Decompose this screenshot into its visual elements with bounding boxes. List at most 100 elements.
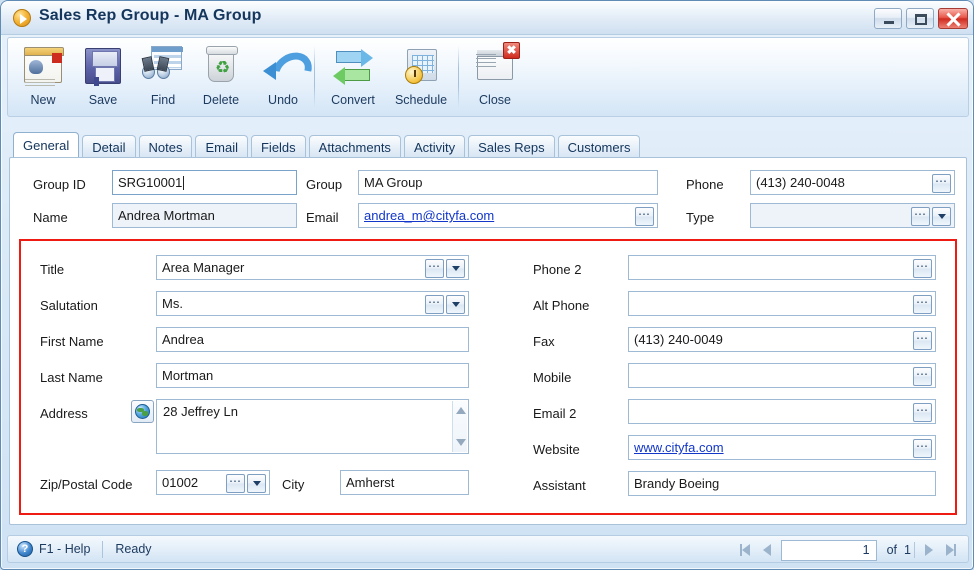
assistant-input[interactable]: Brandy Boeing <box>628 471 936 496</box>
maximize-button[interactable] <box>906 8 934 29</box>
map-address-button[interactable] <box>131 400 154 423</box>
toolbar-label-close: Close <box>479 93 511 107</box>
address-textarea[interactable]: 28 Jeffrey Ln <box>156 399 469 454</box>
toolbar-button-close[interactable]: ✖ Close <box>464 42 526 114</box>
toolbar-button-new[interactable]: New <box>12 42 74 114</box>
tab-fields[interactable]: Fields <box>250 135 306 158</box>
website-link[interactable]: www.cityfa.com <box>634 440 724 455</box>
label-salutation: Salutation <box>40 298 98 313</box>
scroll-up-icon[interactable] <box>456 407 466 414</box>
record-number-value: 1 <box>862 543 870 557</box>
phone2-input[interactable]: ⋯ <box>628 255 936 280</box>
toolbar-button-save[interactable]: Save <box>72 42 134 114</box>
group-id-input[interactable]: SRG10001 <box>112 170 297 195</box>
record-number-input[interactable]: 1 <box>780 539 877 561</box>
question-mark-icon[interactable]: ? <box>17 541 33 557</box>
title-input[interactable]: Area Manager ⋯ <box>156 255 469 280</box>
label-email: Email <box>306 210 339 225</box>
salutation-dropdown-button[interactable] <box>446 295 465 314</box>
title-dropdown-button[interactable] <box>446 259 465 278</box>
general-tab-panel: Group ID SRG10001 Group MA Group Phone (… <box>9 157 967 525</box>
email-ellipsis-button[interactable]: ⋯ <box>635 207 654 226</box>
tab-activity[interactable]: Activity <box>403 135 466 158</box>
title-ellipsis-button[interactable]: ⋯ <box>425 259 444 278</box>
toolbar-label-schedule: Schedule <box>394 93 448 107</box>
salutation-ellipsis-button[interactable]: ⋯ <box>425 295 444 314</box>
next-record-button[interactable] <box>918 539 940 561</box>
fax-value: (413) 240-0049 <box>634 332 723 347</box>
last-record-button[interactable] <box>940 539 962 561</box>
website-input[interactable]: www.cityfa.com ⋯ <box>628 435 936 460</box>
tab-notes[interactable]: Notes <box>138 135 193 158</box>
tab-customers[interactable]: Customers <box>557 135 641 158</box>
toolbar-button-convert[interactable]: Convert <box>320 42 386 114</box>
zip-ellipsis-button[interactable]: ⋯ <box>226 474 245 493</box>
tab-attachments[interactable]: Attachments <box>308 135 401 158</box>
minimize-icon <box>884 21 894 24</box>
type-dropdown-button[interactable] <box>932 207 951 226</box>
toolbar-button-schedule[interactable]: Schedule <box>386 42 456 114</box>
app-icon <box>13 9 31 27</box>
maximize-icon <box>915 14 927 25</box>
phone-input[interactable]: (413) 240-0048 ⋯ <box>750 170 955 195</box>
first-name-input[interactable]: Andrea <box>156 327 469 352</box>
tab-general[interactable]: General <box>13 132 80 158</box>
schedule-clock-icon <box>399 45 443 89</box>
help-label[interactable]: F1 - Help <box>39 542 90 556</box>
mobile-ellipsis-button[interactable]: ⋯ <box>913 367 932 386</box>
tab-sales-reps[interactable]: Sales Reps <box>468 135 555 158</box>
toolbar-label-convert: Convert <box>331 93 375 107</box>
fax-input[interactable]: (413) 240-0049 ⋯ <box>628 327 936 352</box>
email-input[interactable]: andrea_m@cityfa.com ⋯ <box>358 203 658 228</box>
tab-email[interactable]: Email <box>195 135 248 158</box>
city-input[interactable]: Amherst <box>340 470 469 495</box>
label-address: Address <box>40 406 88 421</box>
zip-input[interactable]: 01002 ⋯ <box>156 470 270 495</box>
label-website: Website <box>533 442 580 457</box>
zip-dropdown-button[interactable] <box>247 474 266 493</box>
scroll-down-icon[interactable] <box>456 439 466 446</box>
new-record-icon <box>21 45 65 89</box>
type-ellipsis-button[interactable]: ⋯ <box>911 207 930 226</box>
label-last-name: Last Name <box>40 370 103 385</box>
label-title: Title <box>40 262 65 277</box>
phone-ellipsis-button[interactable]: ⋯ <box>932 174 951 193</box>
group-value: MA Group <box>364 175 423 190</box>
alt-phone-ellipsis-button[interactable]: ⋯ <box>913 295 932 314</box>
toolbar-label-new: New <box>30 93 56 107</box>
previous-record-icon <box>762 544 771 556</box>
previous-record-button[interactable] <box>756 539 778 561</box>
group-input[interactable]: MA Group <box>358 170 658 195</box>
minimize-button[interactable] <box>874 8 902 29</box>
toolbar-button-find[interactable]: Find <box>132 42 194 114</box>
address-scrollbar[interactable] <box>452 401 467 452</box>
close-window-button[interactable] <box>938 8 968 29</box>
salutation-value: Ms. <box>162 296 183 311</box>
tab-detail[interactable]: Detail <box>82 135 136 158</box>
fax-ellipsis-button[interactable]: ⋯ <box>913 331 932 350</box>
first-name-value: Andrea <box>162 332 204 347</box>
email2-ellipsis-button[interactable]: ⋯ <box>913 403 932 422</box>
label-city: City <box>282 477 305 492</box>
toolbar-label-undo: Undo <box>268 93 298 107</box>
toolbar-button-delete[interactable]: ♻ Delete <box>190 42 252 114</box>
last-name-input[interactable]: Mortman <box>156 363 469 388</box>
email2-input[interactable]: ⋯ <box>628 399 936 424</box>
status-bar: ? F1 - Help Ready 1 of 1 <box>7 535 969 563</box>
phone2-ellipsis-button[interactable]: ⋯ <box>913 259 932 278</box>
first-record-button[interactable] <box>734 539 756 561</box>
mobile-input[interactable]: ⋯ <box>628 363 936 388</box>
salutation-input[interactable]: Ms. ⋯ <box>156 291 469 316</box>
email-link[interactable]: andrea_m@cityfa.com <box>364 208 494 223</box>
name-input[interactable]: Andrea Mortman <box>112 203 297 228</box>
website-ellipsis-button[interactable]: ⋯ <box>913 439 932 458</box>
toolbar-button-undo[interactable]: Undo <box>252 42 314 114</box>
label-phone2: Phone 2 <box>533 262 582 277</box>
label-group-id: Group ID <box>33 177 86 192</box>
record-total: 1 <box>904 543 911 557</box>
label-phone: Phone <box>686 177 724 192</box>
tab-strip: General Detail Notes Email Fields Attach… <box>13 132 643 158</box>
close-document-icon: ✖ <box>473 42 520 89</box>
type-input[interactable]: ⋯ <box>750 203 955 228</box>
alt-phone-input[interactable]: ⋯ <box>628 291 936 316</box>
